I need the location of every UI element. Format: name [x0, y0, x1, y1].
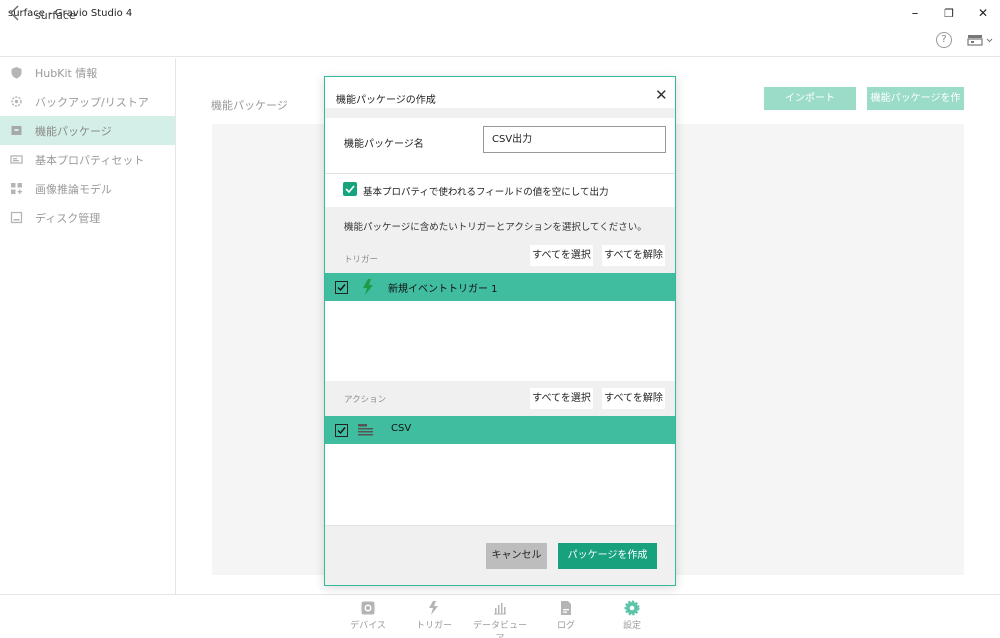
help-icon[interactable]: ? [936, 32, 952, 48]
sidebar-item-function-package[interactable]: 機能パッケージ [0, 116, 175, 145]
lightning-icon [362, 279, 374, 298]
package-name-label: 機能パッケージ名 [344, 139, 424, 150]
action-item-checkbox[interactable] [335, 424, 348, 437]
action-select-all-button[interactable]: すべてを選択 [530, 388, 593, 409]
trigger-select-all-button[interactable]: すべてを選択 [530, 245, 593, 266]
tab-device[interactable]: デバイス [338, 600, 398, 631]
selection-instruction: 機能パッケージに含めたいトリガーとアクションを選択してください。 [344, 222, 647, 233]
chart-icon [494, 603, 506, 615]
sidebar-item-image-inference-model[interactable]: 画像推論モデル [0, 174, 175, 203]
package-icon [10, 124, 23, 137]
checkmark-icon [345, 185, 355, 194]
disk-icon [10, 211, 23, 224]
trigger-list-item[interactable]: 新規イベントトリガー 1 [325, 273, 675, 301]
tab-log[interactable]: ログ [536, 600, 596, 631]
hubkit-menu-icon[interactable] [966, 33, 994, 47]
sidebar: HubKit 情報 バックアップ/リストア 機能パッケージ 基本プロパティセット… [0, 58, 176, 594]
back-icon[interactable] [8, 4, 28, 26]
sidebar-item-label: 画像推論モデル [35, 182, 112, 196]
action-list-item[interactable]: CSV [325, 416, 675, 444]
divider [325, 173, 675, 174]
tab-trigger[interactable]: トリガー [404, 600, 464, 631]
trigger-item-checkbox[interactable] [335, 281, 348, 294]
dialog-header: 機能パッケージの作成 ✕ [325, 77, 675, 110]
tab-label: トリガー [415, 621, 452, 631]
clear-fields-label: 基本プロパティで使われるフィールドの値を空にして出力 [363, 187, 609, 198]
tab-data-viewer[interactable]: データビューア [470, 600, 530, 638]
cancel-button[interactable]: キャンセル [486, 543, 547, 569]
restore-button[interactable]: ❐ [932, 0, 966, 26]
shield-icon [10, 66, 23, 79]
sidebar-item-label: ディスク管理 [35, 211, 101, 225]
divider [325, 108, 675, 118]
gear-icon [10, 95, 23, 108]
tab-label: デバイス [350, 621, 386, 631]
action-section-label: アクション [344, 395, 387, 405]
tab-settings[interactable]: 設定 [602, 600, 662, 631]
nav-bar [0, 26, 1000, 57]
sidebar-item-label: 基本プロパティセット [35, 153, 145, 167]
close-icon[interactable]: ✕ [655, 86, 668, 104]
sidebar-item-label: 機能パッケージ [35, 124, 112, 138]
sidebar-item-hubkit-info[interactable]: HubKit 情報 [0, 58, 175, 87]
trigger-item-label: 新規イベントトリガー 1 [388, 284, 498, 295]
page-title: 機能パッケージ [211, 99, 288, 112]
grid-icon [10, 182, 23, 195]
nav-title: surface [35, 9, 76, 22]
log-icon [561, 601, 571, 615]
sidebar-item-label: バックアップ/リストア [35, 95, 149, 109]
action-deselect-all-button[interactable]: すべてを解除 [602, 388, 665, 409]
trigger-deselect-all-button[interactable]: すべてを解除 [602, 245, 665, 266]
settings-icon [624, 600, 640, 616]
sidebar-item-label: HubKit 情報 [35, 66, 98, 80]
sidebar-item-disk-management[interactable]: ディスク管理 [0, 203, 175, 232]
title-bar: surface - Gravio Studio 4 [0, 0, 1000, 26]
bottom-tab-bar: デバイス トリガー データビューア ログ 設定 [0, 594, 1000, 638]
close-window-button[interactable]: ✕ [966, 0, 1000, 26]
sidebar-item-backup-restore[interactable]: バックアップ/リストア [0, 87, 175, 116]
minimize-button[interactable]: – [898, 0, 932, 26]
package-name-input[interactable]: CSV出力 [483, 126, 666, 153]
action-icon [358, 424, 374, 439]
action-item-label: CSV [391, 423, 412, 434]
card-icon [10, 153, 23, 166]
create-package-dialog: 機能パッケージの作成 ✕ 機能パッケージ名 CSV出力 基本プロパティで使われる… [324, 76, 676, 586]
dialog-title: 機能パッケージの作成 [336, 95, 436, 106]
clear-fields-checkbox[interactable] [343, 182, 357, 196]
tab-label: ログ [556, 621, 575, 631]
import-button[interactable]: インポート [764, 87, 856, 110]
tab-label: データビューア [472, 621, 527, 638]
device-icon [361, 601, 375, 615]
trigger-icon [429, 601, 438, 615]
sidebar-item-basic-property-set[interactable]: 基本プロパティセット [0, 145, 175, 174]
trigger-section-label: トリガー [344, 255, 379, 265]
create-package-button[interactable]: 機能パッケージを作成 [867, 87, 964, 127]
create-package-submit-button[interactable]: パッケージを作成 [558, 543, 657, 569]
tab-label: 設定 [622, 621, 641, 631]
